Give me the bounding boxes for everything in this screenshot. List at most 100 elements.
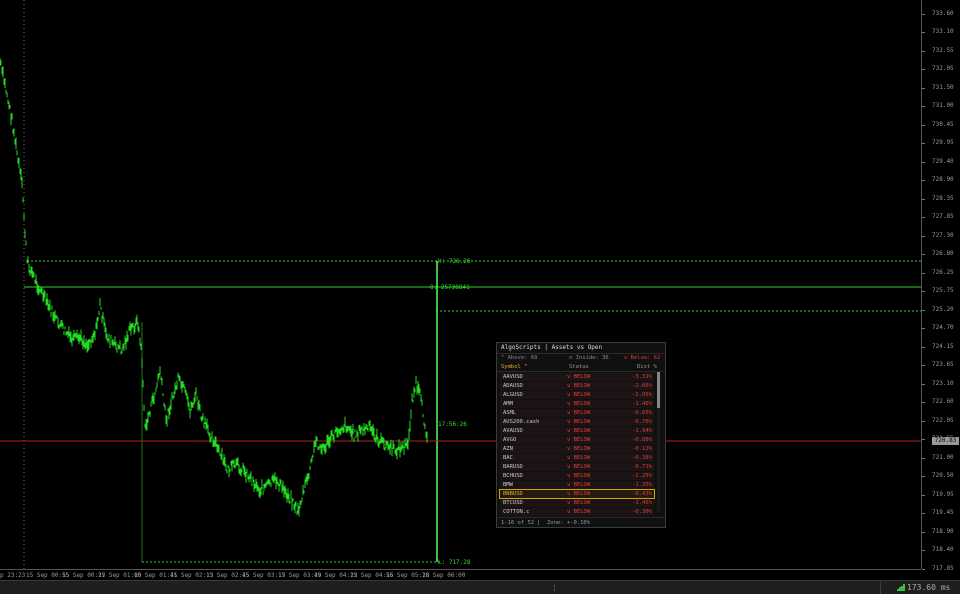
signal-bars-icon [897, 584, 905, 591]
price-tick: 725.20 [922, 306, 954, 313]
price-tick: 723.65 [922, 361, 954, 368]
asset-status: v BELOW [567, 464, 591, 470]
asset-row[interactable]: AAVUSD v BELOW -3.31% [500, 373, 654, 381]
price-tick: 727.85 [922, 213, 954, 220]
time-label: 17:56:26 [438, 421, 467, 428]
open-level-label: O: 25738841 [430, 284, 470, 291]
asset-status: v BELOW [567, 437, 591, 443]
asset-dist: -1.46% [632, 401, 652, 407]
scrollbar-thumb[interactable] [657, 372, 660, 408]
column-status[interactable]: Status [569, 363, 589, 371]
asset-row[interactable]: BCHUSD v BELOW -2.25% [500, 472, 654, 480]
price-tick: 722.05 [922, 417, 954, 424]
time-tick: 15 Sep 06:00 [422, 572, 466, 579]
asset-list[interactable]: AAVUSD v BELOW -3.31% ADAUSD v BELOW -2.66% AL… [497, 372, 665, 516]
panel-scrollbar[interactable] [657, 371, 660, 511]
asset-row[interactable]: ALGUSD v BELOW -2.05% [500, 391, 654, 399]
time-tick: p 23:23 [0, 572, 26, 579]
asset-symbol: AUS200.cash [503, 419, 540, 425]
asset-status: v BELOW [567, 383, 591, 389]
asset-row[interactable]: BNBUSD v BELOW -0.43% [499, 489, 655, 499]
asset-dist: -0.38% [632, 455, 652, 461]
asset-symbol: AZN [503, 446, 513, 452]
asset-symbol: AVAUSD [503, 428, 523, 434]
column-dist[interactable]: Dist % [637, 363, 657, 371]
price-tick: 728.35 [922, 195, 954, 202]
panel-title[interactable]: AlgoScripts | Assets vs Open [497, 343, 665, 354]
asset-row[interactable]: BAC v BELOW -0.38% [500, 454, 654, 462]
price-tick: 732.55 [922, 47, 954, 54]
panel-summary: ^ Above: 68 o Inside: 36 v Below: 62 [497, 354, 665, 363]
asset-symbol: ADAUSD [503, 383, 523, 389]
price-tick: 726.25 [922, 269, 954, 276]
asset-dist: -0.71% [632, 464, 652, 470]
price-tick: 725.75 [922, 287, 954, 294]
asset-dist: -0.76% [632, 419, 652, 425]
price-tick: 724.70 [922, 324, 954, 331]
asset-status: v BELOW [567, 428, 591, 434]
asset-symbol: COTTON.c [503, 509, 530, 515]
price-tick: 719.95 [922, 491, 954, 498]
asset-symbol: BAC [503, 455, 513, 461]
asset-dist: -1.45% [632, 500, 652, 506]
asset-dist: -0.30% [632, 509, 652, 515]
asset-dist: -1.94% [632, 428, 652, 434]
asset-status: v BELOW [567, 473, 591, 479]
price-tick: 718.90 [922, 528, 954, 535]
asset-symbol: AVGO [503, 437, 517, 443]
asset-row[interactable]: BMW v BELOW -1.35% [500, 481, 654, 489]
price-tick: 721.00 [922, 454, 954, 461]
high-level-label: H: 726.26 [438, 258, 471, 265]
asset-status: v BELOW [567, 500, 591, 506]
asset-row[interactable]: BARUSD v BELOW -0.71% [500, 463, 654, 471]
connection-status[interactable]: 173.60 ms [880, 581, 960, 594]
price-axis[interactable]: 733.60 733.10 732.55 732.05 731.50 731.00 730.… [921, 0, 960, 590]
price-tick: 726.80 [922, 250, 954, 257]
price-tick: 717.85 [922, 565, 954, 572]
price-tick: 729.95 [922, 139, 954, 146]
asset-status: v BELOW [567, 419, 591, 425]
asset-row[interactable]: AMM v BELOW -1.46% [500, 400, 654, 408]
status-bar: ⁞ 173.60 ms [0, 580, 960, 594]
inside-count: o Inside: 36 [569, 355, 609, 361]
asset-status: v BELOW [567, 410, 591, 416]
current-price-tag: 720.83 [932, 437, 959, 445]
panel-footer: 1-16 of 52 | Zone: +-0.10% [497, 517, 665, 528]
asset-row[interactable]: COTTON.c v BELOW -0.30% [500, 508, 654, 516]
asset-symbol: ASML [503, 410, 517, 416]
asset-status: v BELOW [567, 401, 591, 407]
asset-row[interactable]: AVAUSD v BELOW -1.94% [500, 427, 654, 435]
asset-row[interactable]: AZN v BELOW -0.12% [500, 445, 654, 453]
asset-row[interactable]: ADAUSD v BELOW -2.66% [500, 382, 654, 390]
asset-row[interactable]: AUS200.cash v BELOW -0.76% [500, 418, 654, 426]
column-symbol[interactable]: Symbol ^ [501, 363, 528, 371]
price-tick: 729.40 [922, 158, 954, 165]
asset-dist: -2.66% [632, 383, 652, 389]
assets-vs-open-panel[interactable]: AlgoScripts | Assets vs Open ^ Above: 68… [496, 342, 666, 528]
price-tick: 722.60 [922, 398, 954, 405]
price-tick: 718.40 [922, 546, 954, 553]
chart-area[interactable]: H: 726.26 O: 25738841 17:56:26 L: 717.28 [0, 0, 921, 569]
asset-dist: -3.31% [632, 374, 652, 380]
footer-zone: Zone: +-0.10% [547, 520, 591, 526]
footer-separator: | [537, 520, 541, 526]
asset-dist: -0.43% [632, 491, 652, 497]
asset-row[interactable]: ASML v BELOW -0.65% [500, 409, 654, 417]
price-tick: 727.30 [922, 232, 954, 239]
asset-status: v BELOW [567, 374, 591, 380]
asset-dist: -0.88% [632, 437, 652, 443]
low-level-label: L: 717.28 [438, 559, 471, 566]
price-tick: 731.00 [922, 102, 954, 109]
price-tick: 732.05 [922, 65, 954, 72]
asset-row[interactable]: AVGO v BELOW -0.88% [500, 436, 654, 444]
below-count: v Below: 62 [624, 355, 661, 361]
asset-symbol: ALGUSD [503, 392, 523, 398]
asset-symbol: BTCUSD [503, 500, 523, 506]
asset-symbol: AMM [503, 401, 513, 407]
asset-status: v BELOW [567, 446, 591, 452]
asset-row[interactable]: BTCUSD v BELOW -1.45% [500, 499, 654, 507]
asset-symbol: BARUSD [503, 464, 523, 470]
price-tick: 719.45 [922, 509, 954, 516]
asset-dist: -0.65% [632, 410, 652, 416]
above-count: ^ Above: 68 [501, 355, 538, 361]
